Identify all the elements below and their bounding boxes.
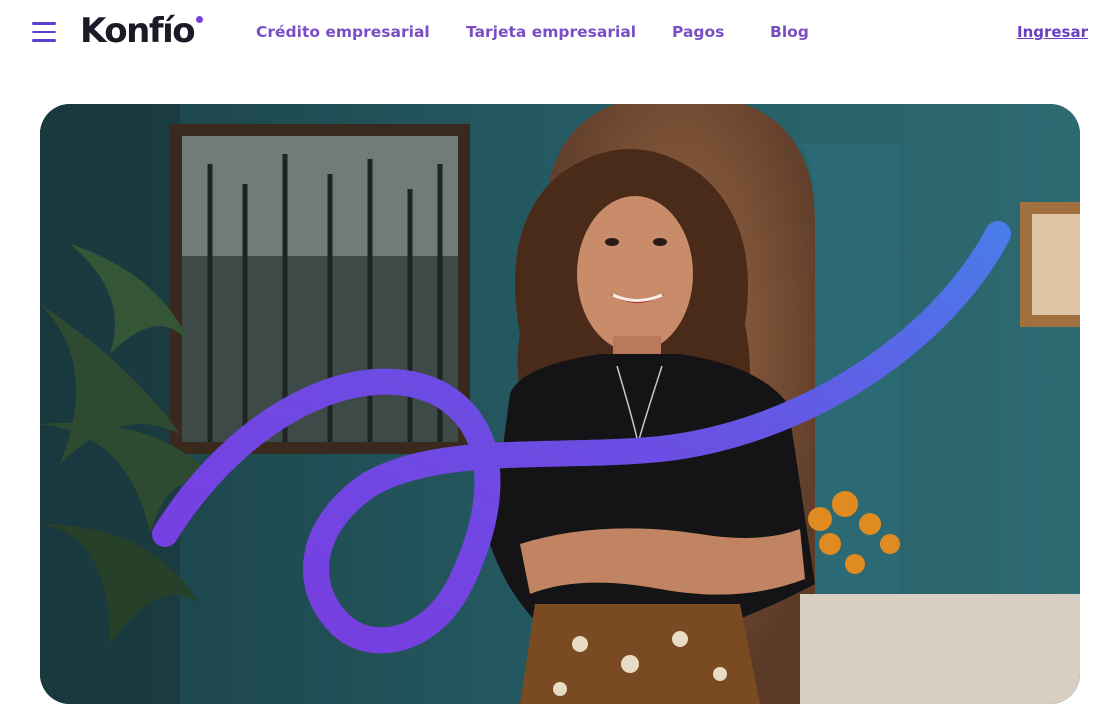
side-table [800,594,1080,704]
nav-credito-empresarial[interactable]: Crédito empresarial [256,21,430,43]
nav-blog[interactable]: Blog [770,21,809,43]
top-navigation: Konfío Crédito empresarial Tarjeta empre… [0,0,1120,64]
brand-logo[interactable]: Konfío [80,11,204,51]
mirror-glass [1032,214,1080,315]
hamburger-menu-icon[interactable] [32,22,56,42]
logo-wordmark: Konfío [80,11,196,51]
menu-line [32,22,56,25]
woman-eye-right [653,238,667,246]
hero-image [40,104,1080,704]
logo-dot [196,16,204,23]
nav-tarjeta-empresarial[interactable]: Tarjeta empresarial [466,21,636,43]
nav-pagos[interactable]: Pagos [672,21,724,43]
menu-line [32,39,56,42]
forest-sky [182,136,458,256]
woman-eye-left [605,238,619,246]
hero-illustration [40,104,1080,704]
woman-crossed-arms [520,528,805,595]
menu-line [32,30,56,34]
woman-face [577,196,693,352]
login-link[interactable]: Ingresar [1017,21,1088,43]
